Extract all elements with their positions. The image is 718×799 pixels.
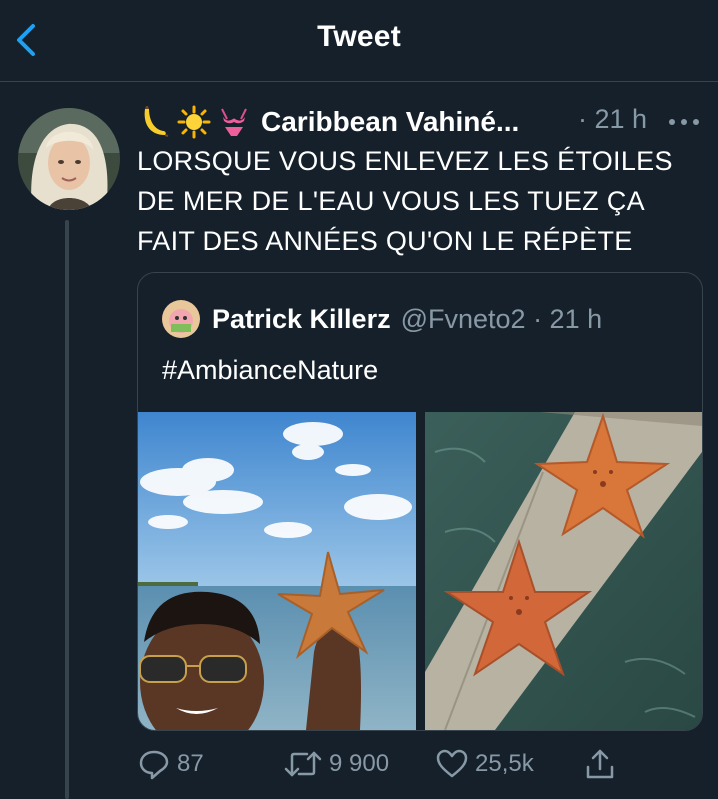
share-button[interactable] <box>583 742 617 786</box>
photo-starfish-plank[interactable] <box>425 412 702 730</box>
retweet-count: 9 900 <box>329 750 390 777</box>
retweet-button[interactable]: 9 900 <box>283 742 389 786</box>
top-bar: Tweet <box>0 0 718 82</box>
reply-button[interactable]: 87 <box>137 742 204 786</box>
quoted-author-avatar[interactable] <box>162 300 200 338</box>
retweet-icon <box>283 747 323 781</box>
more-options-button[interactable] <box>664 108 704 136</box>
tweet-action-bar: 87 9 900 25,5k <box>137 742 712 786</box>
quoted-tweet-card[interactable]: Patrick Killerz @Fvneto2 · 21 h #Ambianc… <box>137 272 703 731</box>
quoted-author-name[interactable]: Patrick Killerz <box>212 304 391 335</box>
reply-icon <box>137 747 171 781</box>
tweet-body: LORSQUE VOUS ENLEVEZ LES ÉTOILES DE MER … <box>137 141 712 261</box>
reply-count: 87 <box>177 750 204 777</box>
author-name[interactable]: Caribbean Vahiné... <box>261 106 519 138</box>
photo-beach-selfie[interactable] <box>138 412 416 730</box>
quoted-tweet-text: #AmbianceNature <box>162 355 379 385</box>
banana-icon <box>137 105 171 139</box>
like-count: 25,5k <box>475 750 534 777</box>
quoted-author-handle[interactable]: @Fvneto2 · 21 h <box>401 304 603 335</box>
tweet-text-line: DE MER DE L'EAU VOUS LES TUEZ ÇA <box>137 186 645 216</box>
like-button[interactable]: 25,5k <box>435 742 534 786</box>
tweet-timestamp[interactable]: · 21 h <box>578 104 647 135</box>
share-icon <box>583 747 617 781</box>
page-title: Tweet <box>317 20 401 53</box>
bikini-icon <box>217 105 251 139</box>
author-avatar[interactable] <box>18 108 120 210</box>
quoted-tweet-header: Patrick Killerz @Fvneto2 · 21 h <box>162 297 602 341</box>
heart-icon <box>435 747 469 781</box>
tweet-text-line: FAIT DES ANNÉES QU'ON LE RÉPÈTE <box>137 226 633 256</box>
more-horizontal-icon <box>664 108 704 136</box>
sun-icon <box>177 105 211 139</box>
quoted-tweet-media <box>138 412 702 730</box>
tweet-text-line: LORSQUE VOUS ENLEVEZ LES ÉTOILES <box>137 146 673 176</box>
thread-connector-line <box>65 220 69 799</box>
